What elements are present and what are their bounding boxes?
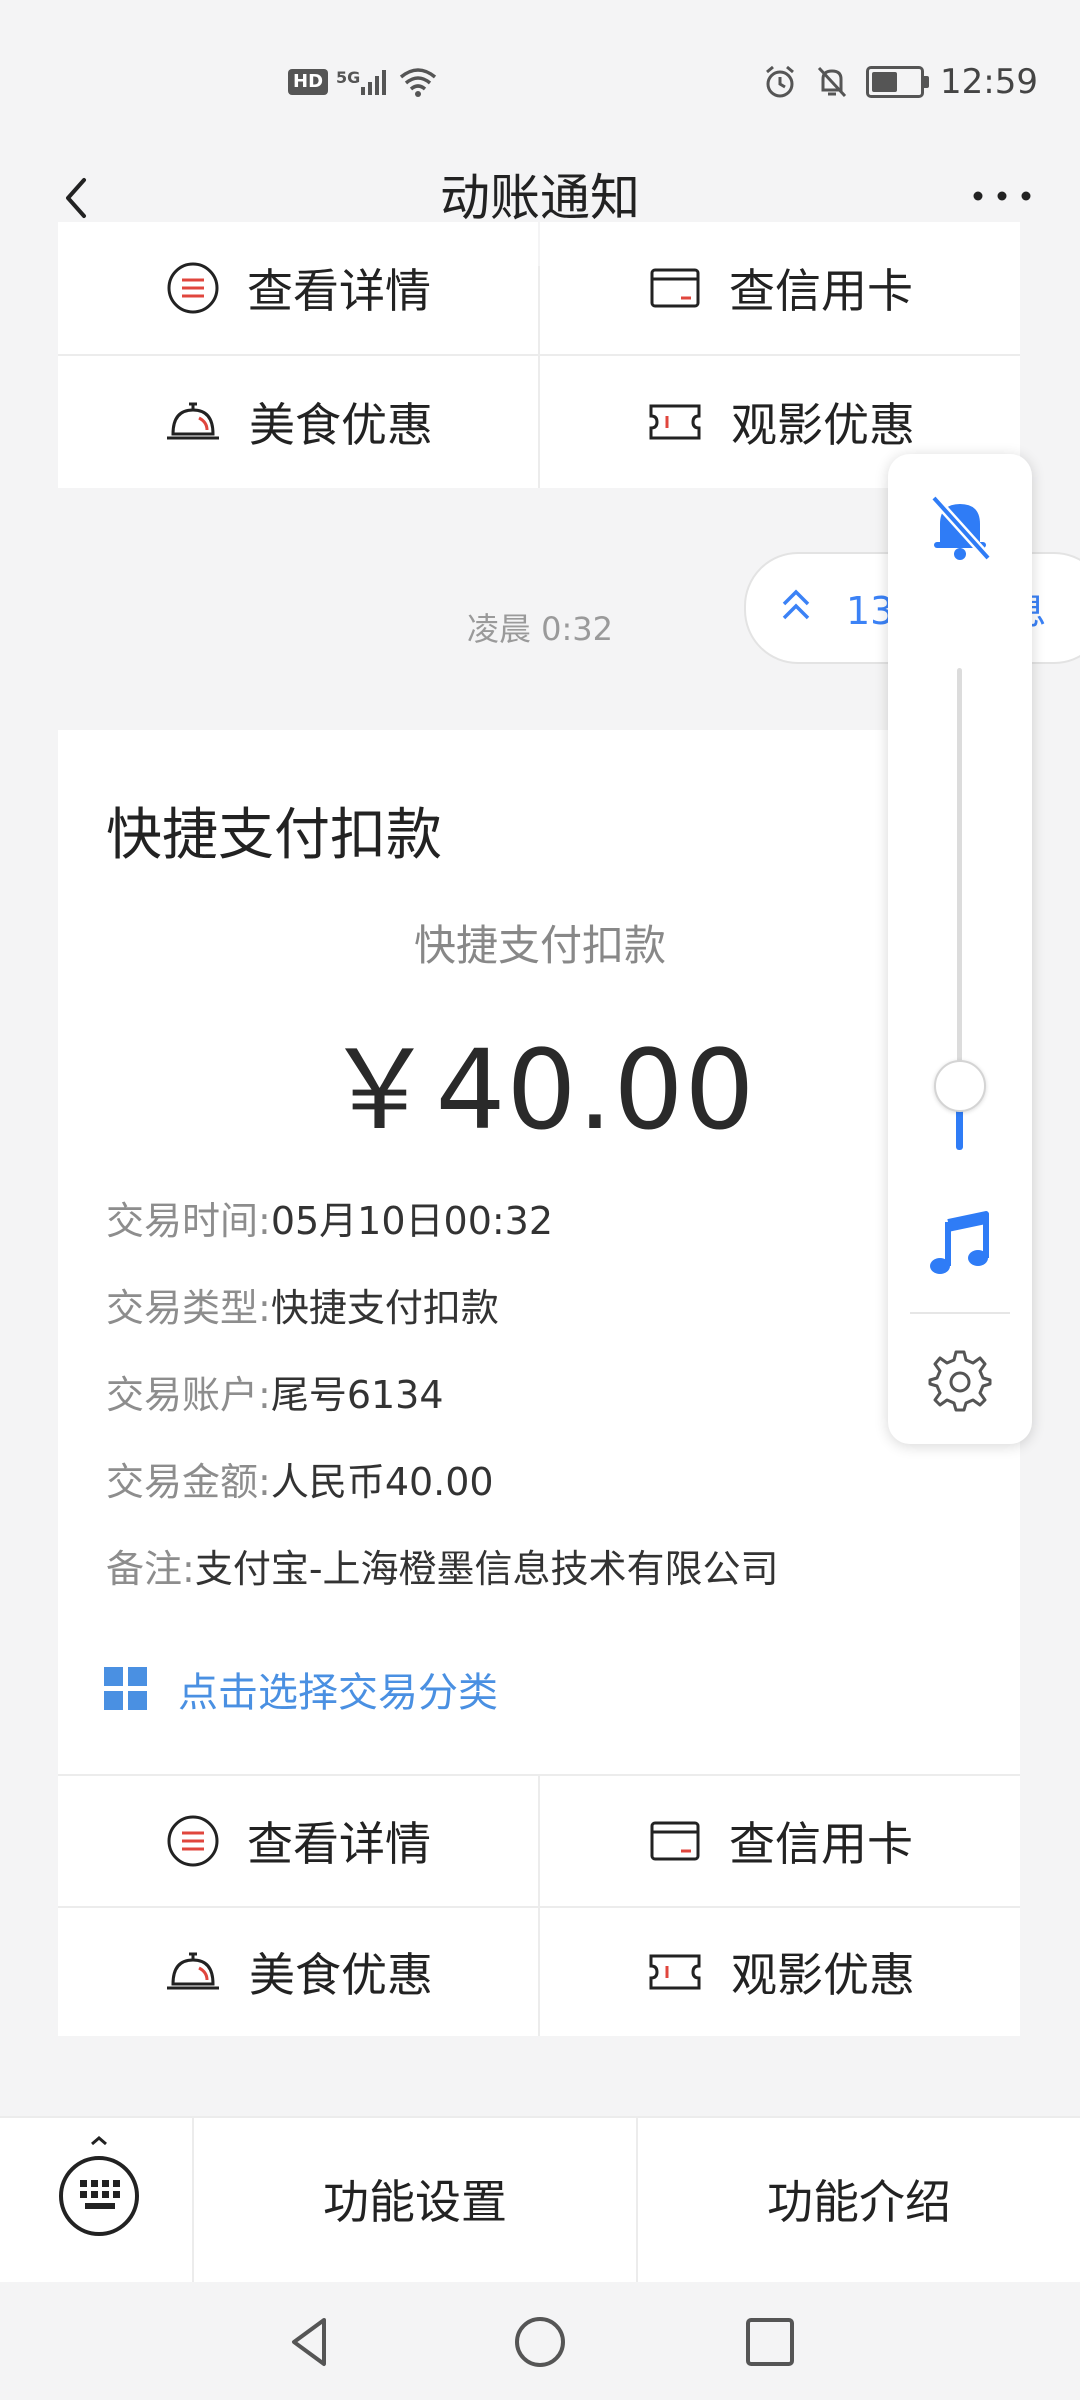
top-food-deals-label: 美食优惠	[249, 398, 433, 452]
detail-value: 快捷支付扣款	[270, 1286, 499, 1330]
detail-amount: 交易金额:人民币40.00	[106, 1457, 494, 1507]
keyboard-toggle-icon[interactable]	[54, 2136, 144, 2236]
grid-divider	[538, 266, 540, 488]
credit-card-icon	[650, 268, 700, 308]
top-movie-deals-label: 观影优惠	[731, 398, 915, 452]
cloche-icon	[167, 1952, 219, 1990]
top-view-details-label: 查看详情	[247, 264, 431, 318]
grid-icon	[104, 1667, 147, 1710]
grid-divider	[538, 1774, 540, 2036]
cloche-icon	[167, 402, 219, 440]
list-circle-icon	[167, 1815, 219, 1867]
detail-value: 人民币40.00	[270, 1460, 494, 1504]
transaction-card	[58, 730, 1020, 1774]
detail-value: 尾号6134	[270, 1373, 444, 1417]
status-right: 12:59	[762, 54, 1038, 110]
view-details-button[interactable]: 查看详情	[58, 1776, 538, 1906]
nav-back-icon[interactable]	[280, 2312, 340, 2372]
music-note-icon[interactable]	[924, 1208, 996, 1280]
status-left: HD 5G	[288, 58, 438, 106]
nav-recents-icon[interactable]	[740, 2312, 800, 2372]
bottom-action-grid: 查看详情 查信用卡 美食优惠 观影优惠	[58, 1774, 1020, 2036]
hd-badge: HD	[288, 69, 329, 95]
detail-key: 备注:	[106, 1547, 195, 1591]
movie-deals-button[interactable]: 观影优惠	[540, 1908, 1020, 2036]
credit-card-button[interactable]: 查信用卡	[540, 1776, 1020, 1906]
clock: 12:59	[940, 62, 1038, 102]
volume-divider	[910, 1312, 1010, 1314]
more-options-icon[interactable]	[962, 170, 1042, 230]
function-intro-button[interactable]: 功能介绍	[638, 2166, 1080, 2232]
mute-icon	[817, 66, 847, 98]
detail-key: 交易金额:	[106, 1460, 271, 1504]
movie-deals-label: 观影优惠	[731, 1948, 915, 2002]
food-deals-button[interactable]: 美食优惠	[58, 1908, 538, 2036]
top-view-details-button[interactable]: 查看详情	[58, 222, 538, 354]
gear-icon[interactable]	[928, 1348, 992, 1412]
detail-key: 交易时间:	[106, 1199, 271, 1243]
network-type: 5G	[336, 68, 361, 87]
detail-remark: 备注:支付宝-上海橙墨信息技术有限公司	[106, 1544, 779, 1594]
top-food-deals-button[interactable]: 美食优惠	[58, 356, 538, 488]
double-chevron-up-icon	[782, 589, 810, 620]
ticket-icon	[649, 404, 701, 440]
top-credit-card-button[interactable]: 查信用卡	[540, 222, 1020, 354]
top-credit-card-label: 查信用卡	[729, 264, 913, 318]
nav-home-icon[interactable]	[510, 2312, 570, 2372]
credit-card-label: 查信用卡	[729, 1817, 913, 1871]
detail-value: 支付宝-上海橙墨信息技术有限公司	[194, 1547, 779, 1591]
wifi-icon	[400, 68, 437, 97]
alarm-icon	[766, 65, 794, 98]
detail-time: 交易时间:05月10日00:32	[106, 1196, 553, 1246]
food-deals-label: 美食优惠	[249, 1948, 433, 2002]
battery-icon	[866, 66, 930, 98]
detail-value: 05月10日00:32	[270, 1199, 554, 1243]
detail-key: 交易账户:	[106, 1373, 271, 1417]
detail-key: 交易类型:	[106, 1286, 271, 1330]
detail-account: 交易账户:尾号6134	[106, 1370, 444, 1420]
credit-card-icon	[650, 1821, 700, 1861]
battery-fill	[872, 72, 898, 92]
view-details-label: 查看详情	[247, 1817, 431, 1871]
ticket-icon	[649, 1954, 701, 1990]
detail-type: 交易类型:快捷支付扣款	[106, 1283, 499, 1333]
top-action-grid: 查看详情 查信用卡 美食优惠 观影优惠	[58, 222, 1020, 488]
select-category-label: 点击选择交易分类	[178, 1670, 498, 1716]
bell-off-icon[interactable]	[920, 488, 1000, 568]
list-circle-icon	[167, 262, 219, 314]
card-title: 快捷支付扣款	[106, 803, 442, 868]
volume-slider-thumb[interactable]	[934, 1060, 986, 1112]
function-settings-button[interactable]: 功能设置	[194, 2166, 636, 2232]
select-category-button[interactable]: 点击选择交易分类	[104, 1660, 498, 1718]
cell-signal-icon: 5G	[336, 67, 390, 97]
